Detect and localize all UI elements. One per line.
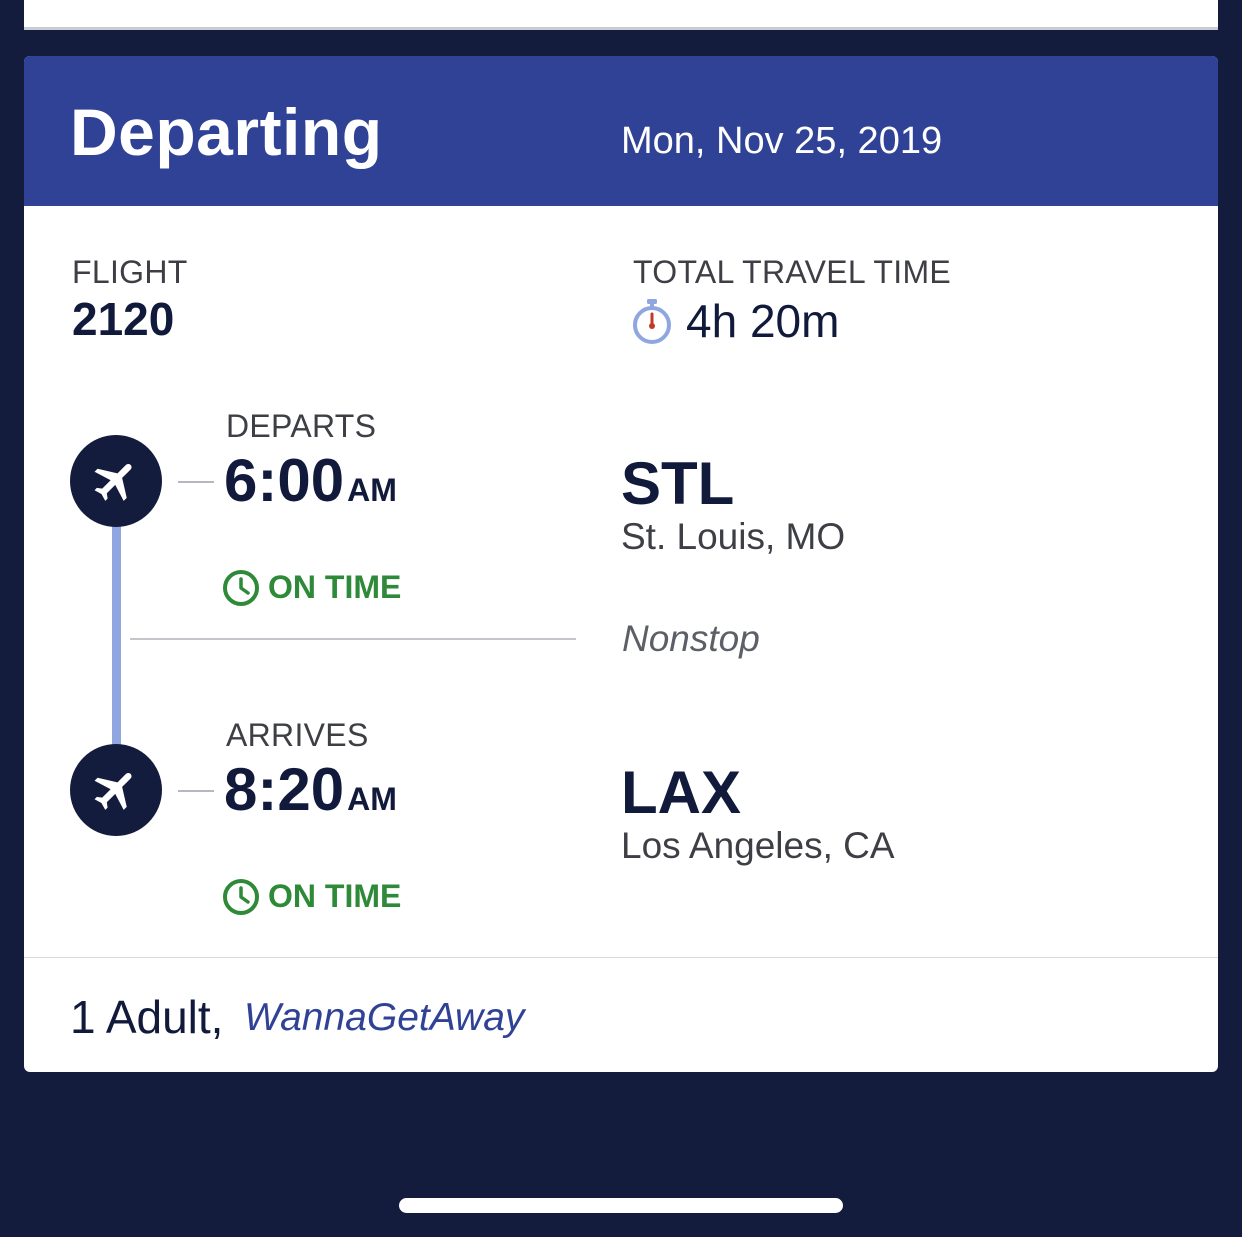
- route-divider: [130, 638, 576, 640]
- flight-label: FLIGHT: [72, 254, 188, 290]
- departure-tick: [178, 481, 214, 483]
- departure-airport-code: STL: [621, 450, 735, 517]
- passenger-count: 1 Adult,: [70, 991, 224, 1043]
- departure-plane-icon: [70, 435, 162, 527]
- departs-label: DEPARTS: [226, 408, 377, 444]
- card-header: Departing Mon, Nov 25, 2019: [24, 56, 1218, 206]
- flight-card: Departing Mon, Nov 25, 2019 FLIGHT 2120 …: [24, 56, 1218, 1072]
- header-title: Departing: [70, 95, 383, 169]
- arrives-label: ARRIVES: [226, 717, 369, 753]
- clock-icon: [223, 570, 259, 606]
- arrival-time: 8:20AM: [224, 755, 397, 824]
- arrival-time-period: AM: [347, 781, 397, 817]
- departure-status-text: ON TIME: [268, 569, 402, 605]
- arrival-airport-code: LAX: [621, 759, 741, 826]
- travel-time-value: 4h 20m: [686, 295, 840, 347]
- home-indicator[interactable]: [399, 1198, 843, 1213]
- route-stops: Nonstop: [622, 618, 760, 659]
- departure-time-value: 6:00: [224, 447, 345, 514]
- flight-number: 2120: [72, 293, 175, 345]
- footer-divider: [24, 957, 1218, 958]
- arrival-plane-icon: [70, 744, 162, 836]
- stopwatch-icon: [633, 299, 671, 344]
- departure-city: St. Louis, MO: [621, 516, 846, 557]
- departure-time: 6:00AM: [224, 446, 397, 515]
- previous-card-edge: [24, 0, 1218, 30]
- departure-time-period: AM: [347, 472, 397, 508]
- arrival-time-value: 8:20: [224, 756, 345, 823]
- arrival-city: Los Angeles, CA: [621, 825, 895, 866]
- clock-icon: [223, 879, 259, 915]
- header-date: Mon, Nov 25, 2019: [621, 120, 943, 162]
- arrival-status-text: ON TIME: [268, 878, 402, 914]
- arrival-tick: [178, 790, 214, 792]
- fare-class-link[interactable]: WannaGetAway: [244, 996, 524, 1040]
- travel-time-label: TOTAL TRAVEL TIME: [633, 254, 952, 290]
